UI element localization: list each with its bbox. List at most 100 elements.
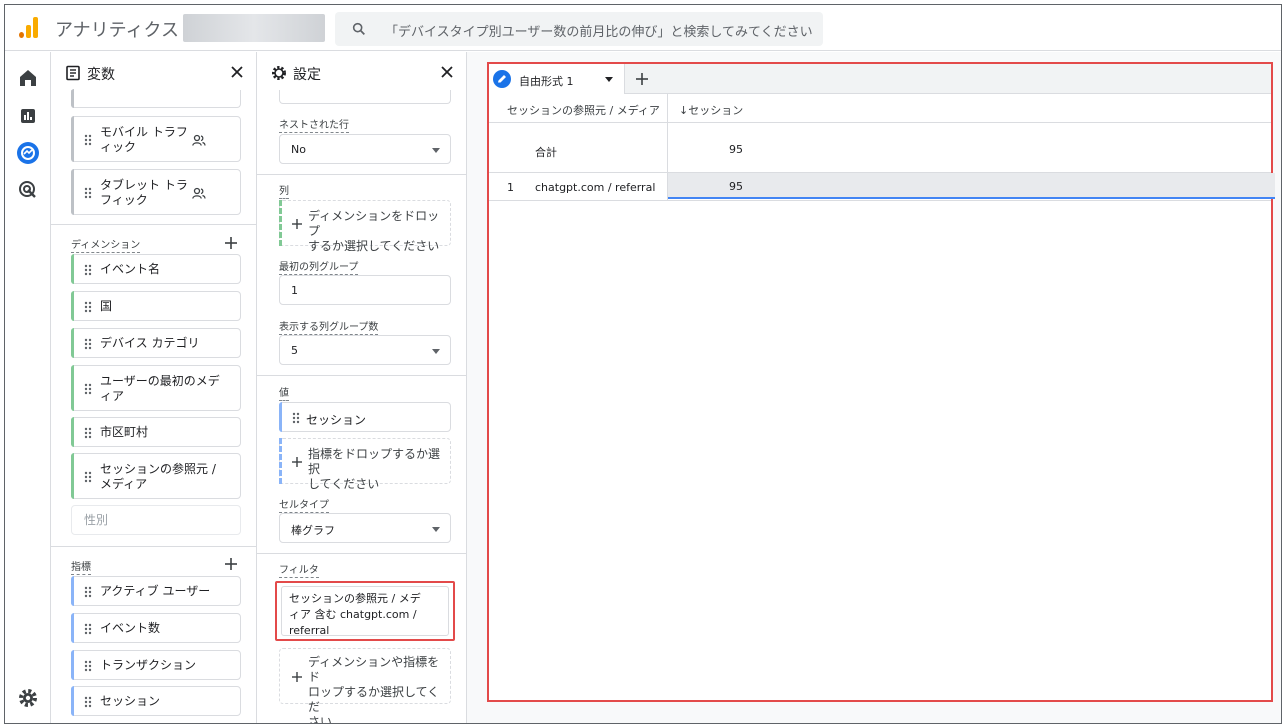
nested-rows-label: ネストされた行 (279, 116, 349, 133)
dimension-chip[interactable]: デバイス カテゴリ (71, 328, 241, 358)
settings-panel: 設定 ネストされた行 No 列 ディメンションをドロップ するか選択してください … (257, 52, 467, 723)
drag-handle-icon[interactable] (84, 660, 92, 672)
dimension-chip[interactable]: セッションの参照元 / メディア (71, 453, 241, 499)
value-chip-sessions[interactable]: セッション (279, 402, 451, 432)
chevron-down-icon (432, 527, 440, 532)
nested-rows-value: No (291, 143, 306, 156)
explore-icon[interactable] (16, 141, 40, 165)
drag-handle-icon[interactable] (84, 264, 92, 276)
nested-rows-select[interactable]: No (279, 134, 451, 164)
metric-label: トランザクション (100, 658, 197, 672)
metrics-section-label: 指標 (71, 558, 91, 575)
drag-handle-icon[interactable] (292, 412, 300, 424)
filter-chip[interactable]: セッションの参照元 / メデ ィア 含む chatgpt.com / refer… (281, 586, 449, 637)
col-groups-count-select[interactable]: 5 (279, 335, 451, 365)
segment-label: モバイル トラフ ィック (100, 125, 188, 154)
home-icon[interactable] (16, 66, 40, 90)
tab-bar: 自由形式 1 (489, 64, 1271, 94)
first-col-group-value: 1 (291, 284, 298, 297)
add-metric-plus-icon[interactable] (224, 557, 238, 571)
drag-handle-icon[interactable] (84, 338, 92, 350)
metric-chip[interactable]: アクティブ ユーザー (71, 576, 241, 606)
chevron-down-icon (432, 349, 440, 354)
columns-label: 列 (279, 182, 289, 199)
drag-handle-icon[interactable] (84, 134, 92, 146)
left-nav (5, 52, 51, 723)
dimension-chip[interactable]: 市区町村 (71, 417, 241, 447)
row-dimension-value[interactable]: chatgpt.com / referral (535, 181, 655, 194)
close-variables-icon[interactable] (228, 63, 246, 81)
column-header-dimension[interactable]: セッションの参照元 / メディア (507, 102, 660, 118)
add-tab-plus-icon[interactable] (635, 72, 649, 86)
segment-chip-tablet[interactable]: タブレット トラ フィック (71, 169, 241, 215)
exploration-canvas: 自由形式 1 セッションの参照元 / メディア ↓セッション 合計 95 1 c… (467, 52, 1281, 723)
add-dimension-plus-icon[interactable] (224, 236, 238, 250)
row-index: 1 (507, 181, 514, 194)
pencil-icon (493, 70, 511, 88)
app-window: アナリティクス 「デバイスタイプ別ユーザー数の前月比の伸び」と検索してみてくださ… (4, 4, 1282, 724)
columns-drop-zone[interactable]: ディメンションをドロップ するか選択してください (279, 200, 451, 253)
drag-handle-icon[interactable] (84, 383, 92, 395)
dimensions-section-label: ディメンション (71, 236, 141, 253)
total-value: 95 (729, 143, 743, 156)
admin-gear-icon[interactable] (16, 686, 40, 710)
drag-handle-icon[interactable] (84, 471, 92, 483)
drag-handle-icon[interactable] (84, 187, 92, 199)
drag-handle-icon[interactable] (84, 623, 92, 635)
settings-field-partial[interactable] (279, 90, 451, 104)
dimension-placeholder-label: 性別 (84, 513, 109, 527)
app-title: アナリティクス (55, 20, 180, 41)
plus-icon (292, 219, 302, 229)
account-selector[interactable] (183, 14, 325, 42)
dimension-chip[interactable]: イベント名 (71, 254, 241, 284)
dimension-label: イベント名 (100, 262, 161, 276)
values-drop-zone[interactable]: 指標をドロップするか選択 してください (279, 438, 451, 491)
drag-handle-icon[interactable] (84, 427, 92, 439)
drag-handle-icon[interactable] (84, 586, 92, 598)
close-settings-icon[interactable] (438, 63, 456, 81)
first-col-group-input[interactable]: 1 (279, 275, 451, 305)
dimension-chip[interactable]: ユーザーの最初のメデ ィア (71, 365, 241, 411)
metric-chip[interactable]: イベント数 (71, 613, 241, 643)
dimension-chip[interactable]: 国 (71, 291, 241, 321)
users-icon (192, 134, 206, 146)
segment-chip-partial[interactable] (71, 89, 241, 108)
dimension-label: ユーザーの最初のメデ ィア (100, 374, 220, 403)
advertising-icon[interactable] (16, 178, 40, 202)
metric-chip[interactable]: トランザクション (71, 650, 241, 680)
metric-chip[interactable]: セッション (71, 686, 241, 716)
metric-label: セッション (100, 694, 161, 708)
search-placeholder: 「デバイスタイプ別ユーザー数の前月比の伸び」と検索してみてください (385, 25, 813, 40)
variables-title: 変数 (87, 67, 115, 83)
top-bar: アナリティクス 「デバイスタイプ別ユーザー数の前月比の伸び」と検索してみてくださ… (5, 5, 1281, 51)
tab-dropdown-icon[interactable] (605, 77, 613, 82)
column-header-sessions[interactable]: ↓セッション (679, 102, 743, 118)
dimension-label: セッションの参照元 / メディア (100, 462, 216, 491)
drag-handle-icon[interactable] (84, 696, 92, 708)
columns-drop-text: ディメンションをドロップ するか選択してください (308, 209, 440, 253)
drag-handle-icon[interactable] (84, 301, 92, 313)
segment-chip-mobile[interactable]: モバイル トラフ ィック (71, 116, 241, 162)
tab-freeform-1[interactable]: 自由形式 1 (489, 64, 625, 94)
chevron-down-icon (432, 148, 440, 153)
search-icon (352, 22, 365, 35)
search-bar[interactable]: 「デバイスタイプ別ユーザー数の前月比の伸び」と検索してみてください (335, 12, 823, 46)
col-groups-count-value: 5 (291, 344, 298, 357)
dimension-chip-placeholder[interactable]: 性別 (71, 505, 241, 535)
dimension-label: 国 (100, 299, 113, 313)
plus-icon (292, 672, 302, 682)
filters-drop-zone[interactable]: ディメンションや指標をド ロップするか選択してくだ さい (279, 648, 451, 723)
settings-title: 設定 (293, 67, 321, 83)
analytics-logo-icon[interactable] (19, 16, 41, 38)
cell-type-value: 棒グラフ (291, 524, 335, 537)
value-chip-label: セッション (306, 413, 367, 427)
col-groups-count-label: 表示する列グループ数 (279, 318, 379, 335)
plus-icon (292, 457, 302, 467)
reports-icon[interactable] (16, 104, 40, 128)
values-drop-text: 指標をドロップするか選択 してください (308, 447, 441, 491)
filters-label: フィルタ (279, 561, 319, 578)
session-bar (668, 173, 1275, 199)
dimension-label: 市区町村 (100, 425, 149, 439)
cell-type-select[interactable]: 棒グラフ (279, 513, 451, 543)
dimension-label: デバイス カテゴリ (100, 336, 200, 350)
